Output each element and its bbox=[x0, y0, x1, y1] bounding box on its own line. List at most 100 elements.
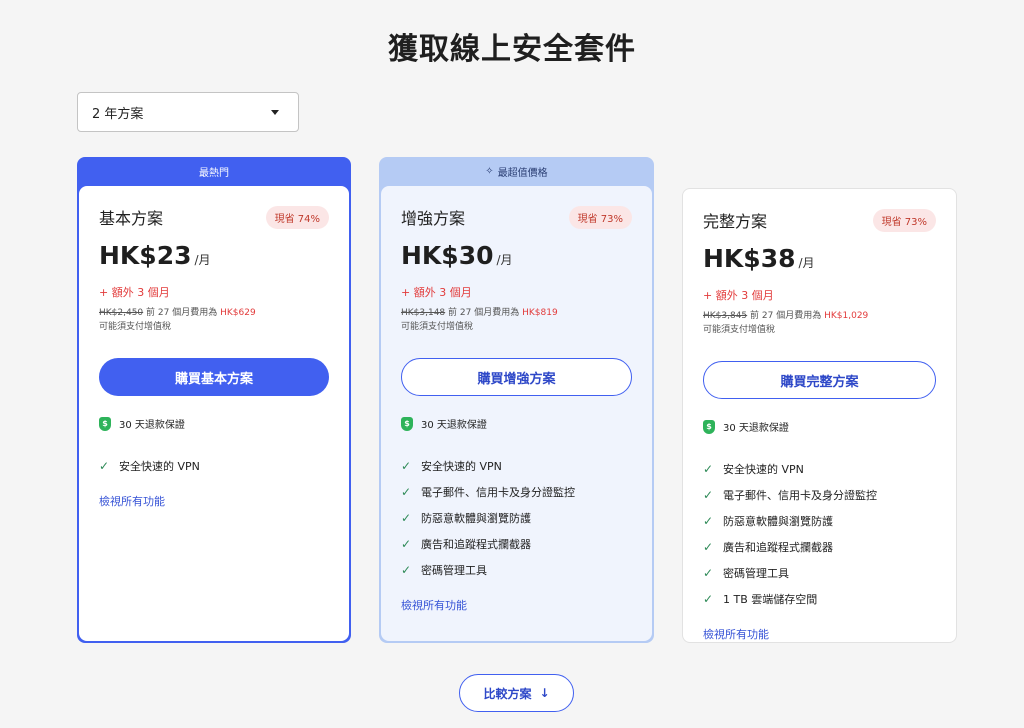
price-period: /月 bbox=[496, 253, 513, 267]
check-icon: ✓ bbox=[703, 540, 714, 554]
sparkle-icon: ✧ bbox=[485, 165, 494, 177]
feature-label: 密碼管理工具 bbox=[723, 567, 789, 580]
check-icon: ✓ bbox=[703, 566, 714, 580]
feature-label: 電子郵件、信用卡及身分證監控 bbox=[723, 489, 877, 502]
term-select[interactable]: 2 年方案 bbox=[77, 92, 299, 132]
original-price: HK$3,845 bbox=[703, 311, 748, 321]
buy-plus-button[interactable]: 購買增強方案 bbox=[401, 358, 632, 396]
feature-item: ✓ 安全快速的 VPN bbox=[99, 453, 329, 479]
check-icon: ✓ bbox=[401, 485, 412, 499]
plan-card-plus: 增強方案 現省 73% HK$30 /月 + 額外 3 個月 HK$3,148 … bbox=[381, 186, 652, 641]
feature-item: ✓ 安全快速的 VPN bbox=[401, 453, 632, 479]
check-icon: ✓ bbox=[401, 563, 412, 577]
shield-icon: $ bbox=[703, 419, 715, 434]
buy-complete-button[interactable]: 購買完整方案 bbox=[703, 361, 936, 399]
shield-icon: $ bbox=[99, 416, 111, 431]
bonus-months: + 額外 3 個月 bbox=[401, 286, 472, 299]
check-icon: ✓ bbox=[703, 514, 714, 528]
feature-label: 防惡意軟體與瀏覽防護 bbox=[723, 515, 833, 528]
check-icon: ✓ bbox=[401, 511, 412, 525]
price-period: /月 bbox=[798, 256, 815, 270]
compare-plans-button[interactable]: 比較方案 ↓ bbox=[459, 674, 574, 712]
tax-note: 可能須支付增值稅 bbox=[703, 325, 776, 335]
most-popular-ribbon: 最熱門 bbox=[77, 157, 351, 185]
tax-note: 可能須支付增值稅 bbox=[401, 322, 474, 332]
money-back-guarantee: $ 30 天退款保證 bbox=[99, 416, 329, 431]
feature-item: ✓ 廣告和追蹤程式攔截器 bbox=[703, 534, 936, 560]
feature-label: 安全快速的 VPN bbox=[119, 460, 200, 473]
view-all-features-link[interactable]: 檢視所有功能 bbox=[401, 597, 632, 613]
original-price: HK$2,450 bbox=[99, 308, 144, 318]
renewal-text: 前 27 個月費用為 bbox=[448, 308, 520, 318]
check-icon: ✓ bbox=[99, 459, 110, 473]
chevron-down-icon bbox=[271, 109, 279, 115]
renewal-price: HK$629 bbox=[220, 308, 256, 318]
feature-item: ✓ 1 TB 雲端儲存空間 bbox=[703, 586, 936, 612]
best-value-ribbon: ✧ 最超值價格 bbox=[379, 157, 654, 185]
feature-list: ✓ 安全快速的 VPN ✓ 電子郵件、信用卡及身分證監控 ✓ 防惡意軟體與瀏覽防護 ✓… bbox=[401, 453, 632, 583]
term-select-value: 2 年方案 bbox=[92, 106, 144, 122]
compare-plans-label: 比較方案 bbox=[483, 686, 532, 701]
feature-label: 電子郵件、信用卡及身分證監控 bbox=[421, 486, 575, 499]
plan-name: 基本方案 bbox=[99, 209, 164, 228]
feature-label: 安全快速的 VPN bbox=[723, 463, 804, 476]
money-back-guarantee: $ 30 天退款保證 bbox=[703, 419, 936, 434]
guarantee-label: 30 天退款保證 bbox=[421, 420, 487, 431]
feature-label: 1 TB 雲端儲存空間 bbox=[723, 593, 818, 606]
feature-item: ✓ 安全快速的 VPN bbox=[703, 456, 936, 482]
guarantee-label: 30 天退款保證 bbox=[723, 423, 789, 434]
feature-list: ✓ 安全快速的 VPN bbox=[99, 453, 329, 479]
check-icon: ✓ bbox=[703, 592, 714, 606]
feature-item: ✓ 密碼管理工具 bbox=[703, 560, 936, 586]
tax-note: 可能須支付增值稅 bbox=[99, 322, 172, 332]
plan-card-complete: 完整方案 現省 73% HK$38 /月 + 額外 3 個月 HK$3,845 … bbox=[682, 188, 957, 643]
guarantee-label: 30 天退款保證 bbox=[119, 420, 185, 431]
arrow-down-icon: ↓ bbox=[539, 686, 550, 700]
price-period: /月 bbox=[194, 253, 211, 267]
feature-item: ✓ 防惡意軟體與瀏覽防護 bbox=[401, 505, 632, 531]
buy-basic-button[interactable]: 購買基本方案 bbox=[99, 358, 329, 396]
ribbon-label: 最熱門 bbox=[199, 167, 229, 179]
plan-card-basic-wrapper: 最熱門 基本方案 現省 74% HK$23 /月 + 額外 3 個月 HK$2,… bbox=[77, 157, 351, 643]
plan-price: HK$30 bbox=[401, 241, 494, 270]
bonus-months: + 額外 3 個月 bbox=[99, 286, 170, 299]
feature-item: ✓ 防惡意軟體與瀏覽防護 bbox=[703, 508, 936, 534]
pricing-fine-print: HK$3,148 前 27 個月費用為 HK$819 可能須支付增值稅 bbox=[401, 306, 632, 334]
pricing-fine-print: HK$2,450 前 27 個月費用為 HK$629 可能須支付增值稅 bbox=[99, 306, 329, 334]
feature-label: 防惡意軟體與瀏覽防護 bbox=[421, 512, 531, 525]
plan-name: 完整方案 bbox=[703, 212, 768, 231]
pricing-fine-print: HK$3,845 前 27 個月費用為 HK$1,029 可能須支付增值稅 bbox=[703, 309, 936, 337]
feature-list: ✓ 安全快速的 VPN ✓ 電子郵件、信用卡及身分證監控 ✓ 防惡意軟體與瀏覽防護 ✓… bbox=[703, 456, 936, 612]
check-icon: ✓ bbox=[703, 462, 714, 476]
feature-label: 安全快速的 VPN bbox=[421, 460, 502, 473]
feature-label: 廣告和追蹤程式攔截器 bbox=[723, 541, 833, 554]
plan-price: HK$38 bbox=[703, 244, 796, 273]
feature-item: ✓ 廣告和追蹤程式攔截器 bbox=[401, 531, 632, 557]
feature-item: ✓ 電子郵件、信用卡及身分證監控 bbox=[703, 482, 936, 508]
plan-price: HK$23 bbox=[99, 241, 192, 270]
bonus-months: + 額外 3 個月 bbox=[703, 289, 774, 302]
feature-label: 密碼管理工具 bbox=[421, 564, 487, 577]
renewal-price: HK$819 bbox=[522, 308, 558, 318]
plan-card-basic: 基本方案 現省 74% HK$23 /月 + 額外 3 個月 HK$2,450 … bbox=[79, 186, 349, 641]
feature-item: ✓ 電子郵件、信用卡及身分證監控 bbox=[401, 479, 632, 505]
pricing-page: 獲取線上安全套件 2 年方案 最熱門 基本方案 現省 74% HK$23 /月 … bbox=[0, 0, 1024, 728]
view-all-features-link[interactable]: 檢視所有功能 bbox=[99, 493, 329, 509]
renewal-text: 前 27 個月費用為 bbox=[750, 311, 822, 321]
check-icon: ✓ bbox=[703, 488, 714, 502]
renewal-text: 前 27 個月費用為 bbox=[146, 308, 218, 318]
feature-item: ✓ 密碼管理工具 bbox=[401, 557, 632, 583]
money-back-guarantee: $ 30 天退款保證 bbox=[401, 416, 632, 431]
page-title: 獲取線上安全套件 bbox=[388, 32, 636, 67]
savings-badge: 現省 73% bbox=[568, 205, 632, 229]
view-all-features-link[interactable]: 檢視所有功能 bbox=[703, 626, 936, 642]
ribbon-label: 最超值價格 bbox=[497, 167, 548, 179]
plan-name: 增強方案 bbox=[401, 209, 466, 228]
original-price: HK$3,148 bbox=[401, 308, 446, 318]
savings-badge: 現省 73% bbox=[872, 208, 936, 232]
savings-badge: 現省 74% bbox=[265, 205, 329, 229]
feature-label: 廣告和追蹤程式攔截器 bbox=[421, 538, 531, 551]
shield-icon: $ bbox=[401, 416, 413, 431]
check-icon: ✓ bbox=[401, 537, 412, 551]
check-icon: ✓ bbox=[401, 459, 412, 473]
